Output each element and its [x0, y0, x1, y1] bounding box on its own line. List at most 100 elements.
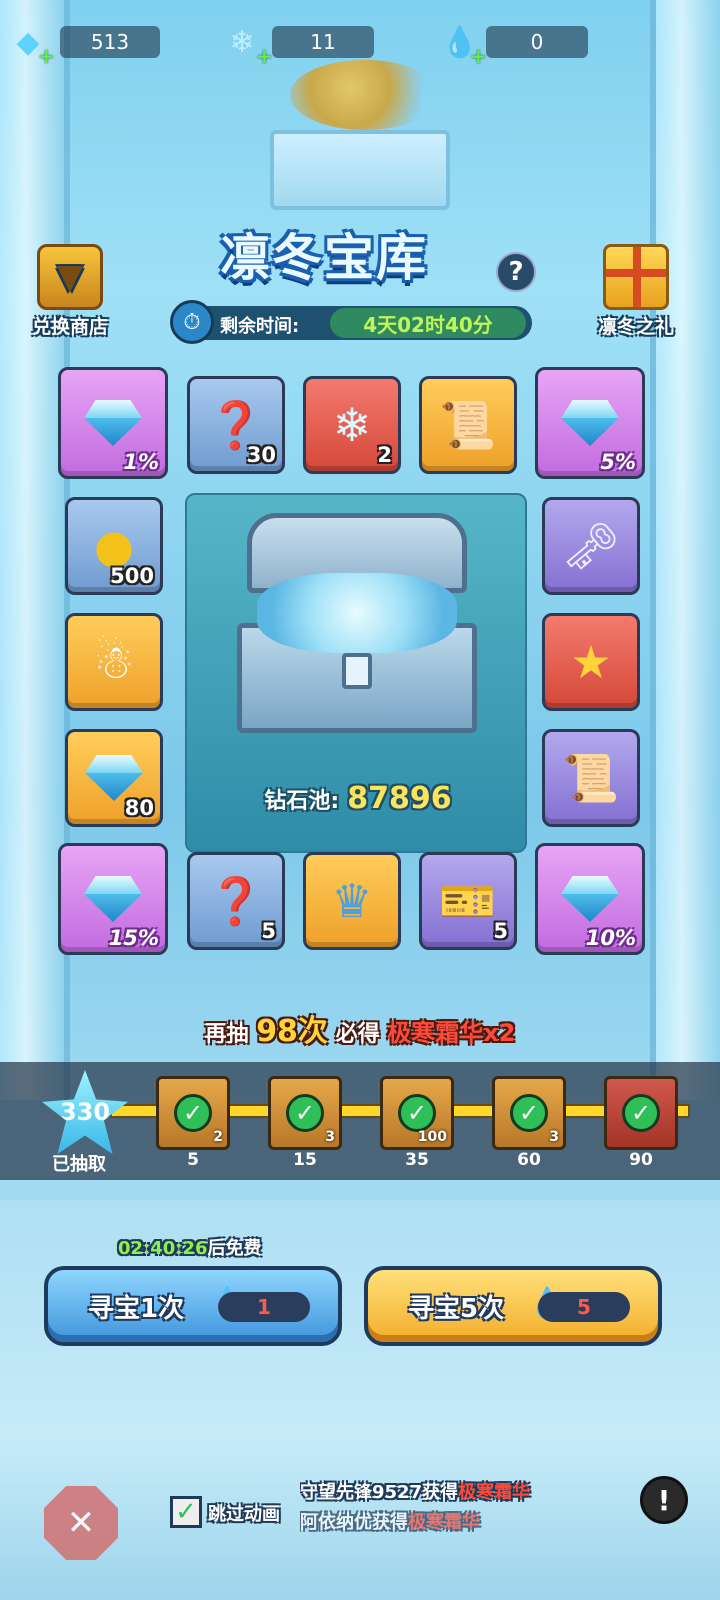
draw-count-label: 已抽取 [52, 1154, 106, 1175]
pity-prefix: 再抽 [204, 1022, 249, 1047]
check-icon: ✓ [286, 1094, 324, 1132]
ice-hero-icon: ♛ [331, 874, 373, 928]
ice-drop-counter: 0 [486, 26, 588, 58]
exchange-shop-label: 兑换商店 [31, 316, 108, 338]
alert-icon[interactable]: ! [640, 1476, 688, 1524]
diamond-pool-panel: 钻石池: 87896 [185, 493, 527, 853]
milestone-reward-count: 3 [549, 1129, 559, 1145]
draw-five-cost: 5 [538, 1292, 630, 1322]
tile-percent: 1% [123, 450, 159, 474]
treasure-pile [290, 60, 440, 130]
diamond-icon [85, 755, 143, 801]
add-ice-drop-icon[interactable]: + [470, 44, 487, 68]
red-scroll-icon: 📜 [439, 398, 497, 452]
milestone-reward-5[interactable]: ✓ 2 [156, 1076, 230, 1150]
purple-scroll-icon: 📜 [562, 751, 620, 805]
chest-gems [257, 573, 457, 653]
tile-percent: 15% [108, 926, 159, 950]
diamond-icon [561, 876, 619, 922]
reward-tile-mystery-scroll[interactable]: ❓ 5 [187, 852, 285, 950]
reward-tile-snowflake[interactable]: ❄ 2 [303, 376, 401, 474]
reward-tile-diamond-5pct[interactable]: 5% [535, 367, 645, 479]
reward-tile-ice-hero[interactable]: ♛ [303, 852, 401, 950]
ticker-reward: 极寒霜华 [458, 1482, 531, 1503]
tile-percent: 10% [585, 926, 636, 950]
page-title: 凛冬宝库 [220, 229, 428, 287]
free-draw-suffix: 后免费 [207, 1238, 262, 1259]
exchange-shop-button[interactable]: ▼ 兑换商店 [20, 244, 120, 339]
draw-five-button[interactable]: 寻宝5次 💧 5 [364, 1266, 662, 1346]
diamond-pool-readout: 钻石池: 87896 [187, 781, 529, 816]
winter-gift-label: 凛冬之礼 [597, 316, 674, 338]
treasure-chest-icon: ▼ [37, 244, 103, 310]
add-diamond-icon[interactable]: + [38, 44, 55, 68]
check-icon: ✓ [510, 1094, 548, 1132]
pity-middle: 必得 [335, 1022, 380, 1047]
milestone-reward-90[interactable]: ✓ [604, 1076, 678, 1150]
reward-tile-diamond-15pct[interactable]: 15% [58, 843, 168, 955]
reward-tile-key[interactable]: 🗝 [542, 497, 640, 595]
ice-pillar-right [650, 0, 720, 1100]
tile-count: 5 [493, 919, 508, 943]
milestone-reward-15[interactable]: ✓ 3 [268, 1076, 342, 1150]
gift-box-icon [603, 244, 669, 310]
tile-count: 5 [261, 919, 276, 943]
diamond-pool-value: 87896 [347, 781, 452, 816]
tile-count: 30 [246, 443, 276, 467]
free-draw-time: 02:40:26 [118, 1238, 208, 1259]
ice-altar [270, 130, 450, 210]
reward-tile-mystery-orb[interactable]: ❓ 30 [187, 376, 285, 474]
mystery-orb-icon: ❓ [207, 398, 265, 452]
check-icon: ✓ [174, 1094, 212, 1132]
check-icon: ✓ [622, 1094, 660, 1132]
tile-count: 80 [124, 796, 154, 820]
draw-count: 330 [59, 1098, 111, 1126]
ticker-prefix: 守望先锋9527获得 [300, 1482, 459, 1503]
check-icon: ✓ [398, 1094, 436, 1132]
reward-tile-hero-pack[interactable]: ★ [542, 613, 640, 711]
diamond-icon [561, 400, 619, 446]
draw-once-cost: 1 [218, 1292, 310, 1322]
reward-tile-diamond-1pct[interactable]: 1% [58, 367, 168, 479]
milestone-threshold: 15 [293, 1150, 317, 1170]
gold-coin-icon: ● [93, 519, 135, 573]
ice-chest-illustration [237, 513, 477, 743]
milestone-threshold: 60 [517, 1150, 541, 1170]
ticker-reward: 极寒霜华 [408, 1512, 480, 1533]
milestone-reward-35[interactable]: ✓ 100 [380, 1076, 454, 1150]
draw-once-button[interactable]: 寻宝1次 💧 1 [44, 1266, 342, 1346]
skip-animation-checkbox[interactable]: ✓ [170, 1496, 202, 1528]
pity-reward: 极寒霜华x2 [387, 1019, 516, 1047]
diamond-icon [84, 876, 142, 922]
diamond-counter: 513 [60, 26, 160, 58]
reward-tile-diamond-80[interactable]: 80 [65, 729, 163, 827]
help-button[interactable]: ? [496, 252, 536, 292]
stopwatch-icon: ⏱ [170, 300, 214, 344]
timer-value: 4天02时40分 [330, 308, 526, 338]
snowflake-icon: ❄ [332, 398, 372, 452]
snow-spirit-icon: ☃ [93, 635, 135, 689]
broadcast-ticker: 守望先锋9527获得极寒霜华 阿依纳优获得极寒霜华 [300, 1478, 690, 1548]
snowflake-counter: 11 [272, 26, 374, 58]
diamond-pool-label: 钻石池: [264, 789, 340, 814]
free-draw-timer: 02:40:26后免费 [118, 1234, 262, 1260]
ticker-line: 守望先锋9527获得极寒霜华 [300, 1478, 690, 1508]
milestone-reward-60[interactable]: ✓ 3 [492, 1076, 566, 1150]
reward-tile-red-scroll[interactable]: 📜 [419, 376, 517, 474]
reward-tile-diamond-10pct[interactable]: 10% [535, 843, 645, 955]
reward-tile-purple-scroll[interactable]: 📜 [542, 729, 640, 827]
reward-tile-snow-spirit[interactable]: ☃ [65, 613, 163, 711]
reward-tile-ticket[interactable]: 🎫 5 [419, 852, 517, 950]
winter-gift-button[interactable]: 凛冬之礼 [586, 244, 686, 339]
milestone-threshold: 90 [629, 1150, 653, 1170]
milestone-threshold: 35 [405, 1150, 429, 1170]
mystery-scroll-icon: ❓ [207, 874, 265, 928]
ticket-icon: 🎫 [439, 874, 497, 928]
reward-tile-gold-coin[interactable]: ● 500 [65, 497, 163, 595]
add-snowflake-icon[interactable]: + [256, 44, 273, 68]
hero-pack-icon: ★ [570, 635, 612, 689]
milestone-threshold: 5 [187, 1150, 199, 1170]
key-icon: 🗝 [561, 519, 621, 573]
draw-five-label: 寻宝5次 [408, 1293, 505, 1324]
chest-lock-icon [342, 653, 372, 689]
